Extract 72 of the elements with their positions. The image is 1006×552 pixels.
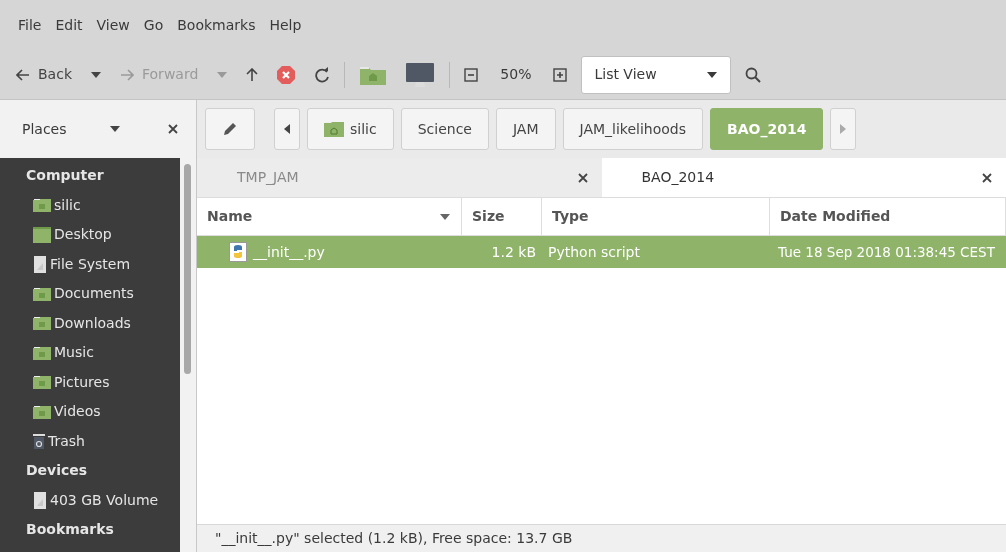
left-triangle-icon (284, 124, 290, 134)
sidebar-item[interactable]: Documents (26, 279, 180, 309)
edit-path-button[interactable] (205, 108, 255, 150)
drive-icon (33, 491, 47, 509)
column-header[interactable]: Size (462, 198, 542, 235)
sidebar-item[interactable]: Music (26, 338, 180, 368)
scroll-left-button[interactable] (274, 108, 300, 150)
sidebar-heading: Bookmarks (26, 520, 115, 539)
sidebar-heading: Computer (26, 166, 105, 185)
zoom-level: 50% (499, 65, 533, 84)
file-date: Tue 18 Sep 2018 01:38:45 CEST (777, 242, 996, 262)
file-name: __init__.py (197, 241, 462, 263)
caret-icon (216, 70, 229, 79)
trash-icon (33, 433, 45, 450)
path-button[interactable]: JAM_likelihoods (562, 108, 703, 150)
column-header[interactable]: Date Modified (770, 198, 1006, 235)
close-icon (982, 172, 992, 183)
folder-icon (33, 375, 51, 390)
sidebar-heading: Devices (26, 461, 89, 480)
sidebar-item[interactable]: 403 GB Volume (26, 485, 180, 515)
caret-icon (109, 125, 122, 133)
sidebar-item[interactable]: Downloads (26, 308, 180, 338)
path-button[interactable]: Science (400, 108, 489, 150)
folder-icon (33, 345, 51, 360)
file-size: 1.2 kB (490, 242, 537, 262)
view-mode-dropdown[interactable]: List View (581, 55, 732, 94)
menu-item[interactable]: Help (263, 12, 308, 38)
sidebar-item[interactable]: Trash (26, 426, 180, 456)
status-text: "__init__.py" selected (1.2 kB), Free space: 13.7 GB (197, 524, 1006, 552)
scrollbar-thumb[interactable] (184, 164, 191, 374)
python-file-icon (229, 242, 247, 262)
caret-icon (90, 70, 102, 79)
folder-icon (33, 316, 51, 331)
monitor-icon (405, 61, 436, 88)
sidebar-item[interactable]: silic (26, 190, 180, 220)
back-button[interactable]: Back (12, 62, 76, 87)
close-icon (168, 124, 178, 134)
minus-icon (464, 67, 479, 82)
menu-item[interactable]: View (90, 12, 136, 38)
path-button[interactable]: JAM (495, 108, 556, 150)
stop-icon (276, 64, 297, 85)
sidebar-item[interactable]: Videos (26, 397, 180, 427)
folder-icon (33, 286, 51, 301)
reload-icon (314, 66, 331, 83)
desktop-icon (33, 226, 51, 243)
right-arrow-icon (120, 68, 134, 81)
close-icon (577, 172, 588, 183)
column-header[interactable]: Type (542, 198, 770, 235)
right-triangle-icon (840, 124, 847, 134)
menu-item[interactable]: File (12, 12, 48, 38)
sidebar-item[interactable]: Pictures (26, 367, 180, 397)
sort-caret-icon (439, 212, 451, 221)
plus-icon (553, 67, 568, 82)
places-label: Places (22, 119, 67, 139)
sidebar-item[interactable]: File System (26, 249, 180, 279)
search-icon (745, 66, 762, 83)
caret-icon (706, 70, 719, 79)
up-arrow-icon (246, 67, 259, 82)
path-button[interactable]: silic (307, 108, 394, 150)
sidebar-item[interactable]: Desktop (26, 220, 180, 250)
drive-icon (33, 255, 47, 273)
folder-icon (33, 404, 51, 419)
file-type: Python script (547, 242, 641, 262)
column-header[interactable]: Name (197, 198, 462, 235)
folder-icon (324, 121, 344, 137)
left-arrow-icon (16, 68, 30, 81)
pencil-icon (222, 121, 238, 137)
menu-item[interactable]: Bookmarks (171, 12, 262, 38)
tab[interactable]: BAO_2014 (601, 158, 1006, 197)
menu-item[interactable]: Edit (49, 12, 89, 38)
menu-item[interactable]: Go (137, 12, 170, 38)
folder-icon (33, 198, 51, 213)
